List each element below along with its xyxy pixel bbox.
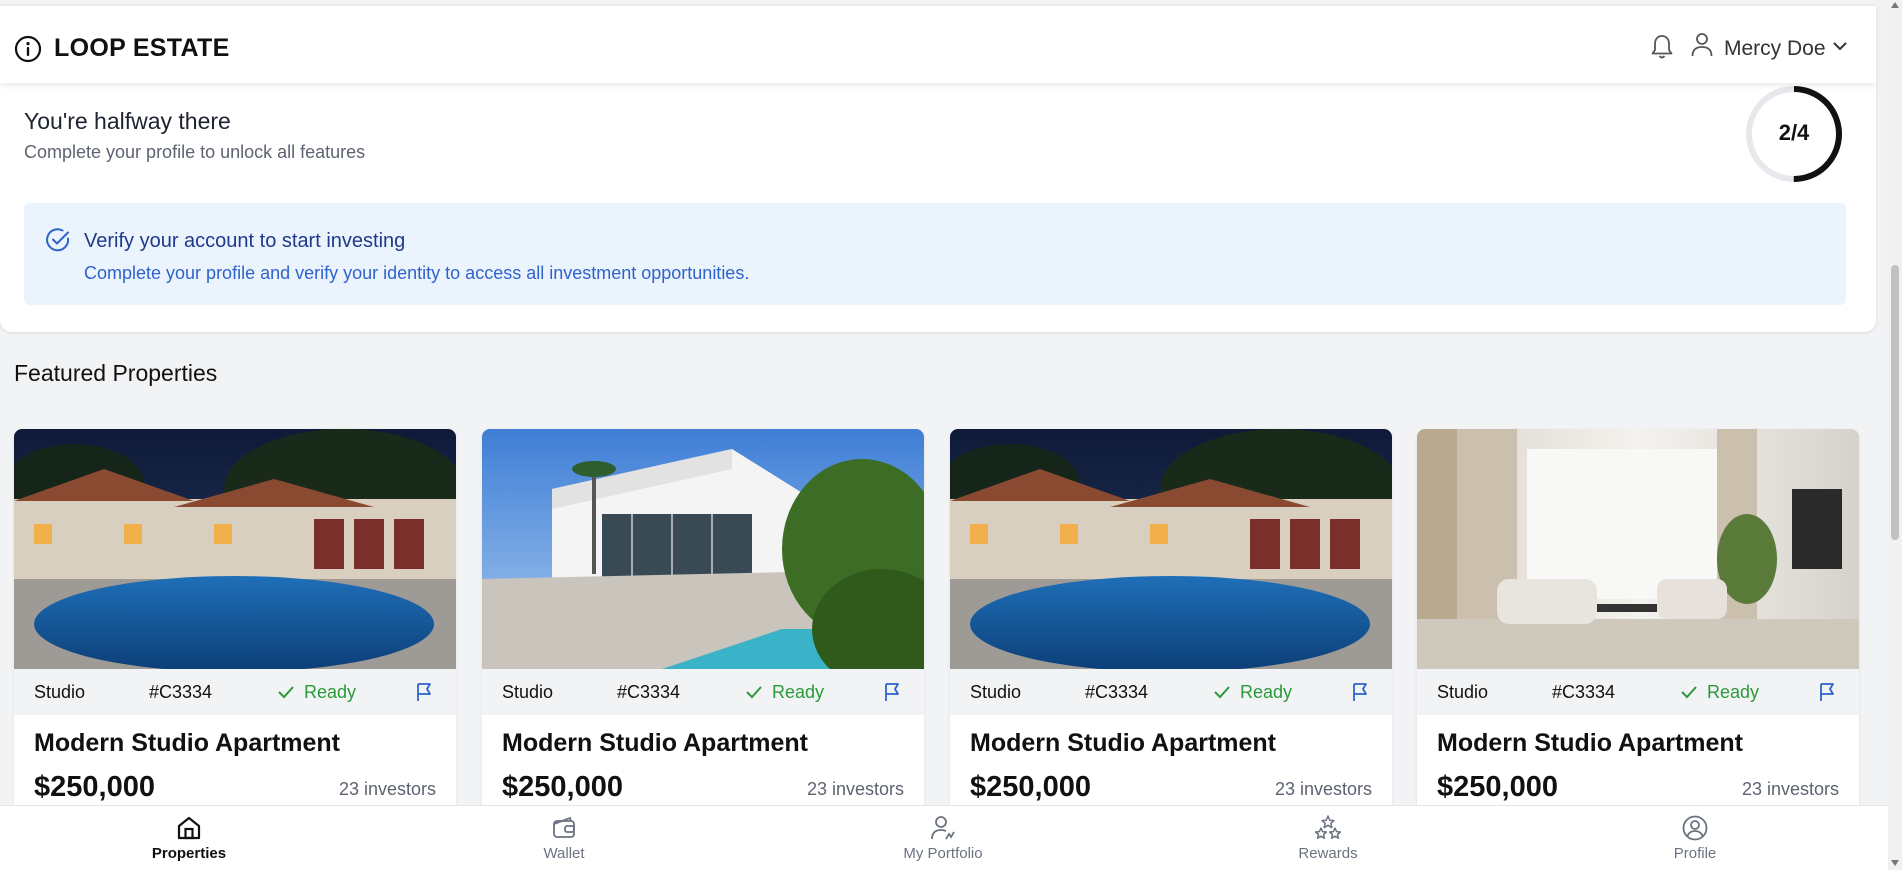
property-id: #C3334 [149,682,213,702]
property-title: Modern Studio Apartment [34,729,341,757]
flag-icon[interactable] [1817,681,1837,703]
featured-properties-heading: Featured Properties [14,360,218,386]
top-header: LOOP ESTATE Mercy Doe [0,5,1876,83]
progress-title: You're halfway there [24,108,231,134]
property-status: Ready [1240,682,1293,702]
nav-label: Profile [1673,845,1717,862]
flag-icon[interactable] [414,681,434,703]
rewards-icon [1314,815,1342,839]
property-type: Studio [970,682,1022,702]
profile-progress-card: You're halfway there Complete your profi… [0,82,1876,332]
property-type: Studio [1437,682,1489,702]
property-investors: 23 investors [338,779,436,799]
property-title: Modern Studio Apartment [970,729,1277,757]
property-investors: 23 investors [1741,779,1839,799]
info-icon [14,35,42,63]
nav-profile[interactable]: Profile [1615,814,1775,862]
property-image [482,429,924,669]
property-investors: 23 investors [806,779,904,799]
bell-icon[interactable] [1649,33,1675,61]
property-id: #C3334 [617,682,681,702]
property-status: Ready [304,682,357,702]
check-icon [278,686,294,699]
property-type: Studio [502,682,554,702]
check-circle-icon [46,228,70,252]
user-name[interactable]: Mercy Doe [1724,37,1826,61]
property-price: $250,000 [1437,771,1558,803]
portfolio-icon [931,816,955,840]
property-type: Studio [34,682,86,702]
nav-label: Wallet [543,845,585,862]
nav-wallet[interactable]: Wallet [484,814,644,862]
page-scrollbar[interactable] [1888,0,1902,870]
nav-rewards[interactable]: Rewards [1248,814,1408,862]
home-icon [177,816,201,840]
property-meta: Studio #C3334 Ready [1417,669,1859,715]
property-meta: Studio #C3334 Ready [950,669,1392,715]
property-id: #C3334 [1085,682,1149,702]
brand-title: LOOP ESTATE [54,34,230,62]
property-image [14,429,456,669]
property-card[interactable]: Studio #C3334 Ready Modern Studio Apartm… [1417,429,1859,809]
property-title: Modern Studio Apartment [1437,729,1744,757]
progress-count: 2/4 [1778,120,1810,145]
nav-portfolio[interactable]: My Portfolio [863,814,1023,862]
nav-label: My Portfolio [903,845,983,862]
property-status: Ready [1707,682,1760,702]
property-price: $250,000 [970,771,1091,803]
profile-icon [1682,815,1708,841]
check-icon [746,686,762,699]
property-image [950,429,1392,669]
property-title: Modern Studio Apartment [502,729,809,757]
nav-properties[interactable]: Properties [109,814,269,862]
chevron-down-icon[interactable] [1830,36,1850,56]
flag-icon[interactable] [882,681,902,703]
check-icon [1214,686,1230,699]
property-card[interactable]: Studio #C3334 Ready Modern Studio Apartm… [14,429,456,809]
property-card[interactable]: Studio #C3334 Ready Modern Studio Apartm… [482,429,924,809]
property-investors: 23 investors [1274,779,1372,799]
property-price: $250,000 [502,771,623,803]
nav-label: Properties [151,845,227,862]
progress-subtitle: Complete your profile to unlock all feat… [24,142,366,162]
property-meta: Studio #C3334 Ready [482,669,924,715]
user-icon[interactable] [1690,31,1714,59]
scrollbar-thumb[interactable] [1891,265,1899,540]
verify-title: Verify your account to start investing [84,230,406,252]
scroll-up-arrow-icon[interactable] [1891,2,1899,8]
verify-subtitle: Complete your profile and verify your id… [84,263,750,283]
wallet-icon [553,816,575,838]
bottom-nav: Properties Wallet My Portfolio Rewards P… [0,805,1902,871]
flag-icon[interactable] [1350,681,1370,703]
property-status: Ready [772,682,825,702]
verify-alert[interactable]: Verify your account to start investing C… [24,203,1846,305]
property-card[interactable]: Studio #C3334 Ready Modern Studio Apartm… [950,429,1392,809]
property-meta: Studio #C3334 Ready [14,669,456,715]
property-id: #C3334 [1552,682,1616,702]
property-price: $250,000 [34,771,155,803]
nav-label: Rewards [1298,845,1358,862]
property-image [1417,429,1859,669]
scroll-down-arrow-icon[interactable] [1891,860,1899,866]
check-icon [1681,686,1697,699]
